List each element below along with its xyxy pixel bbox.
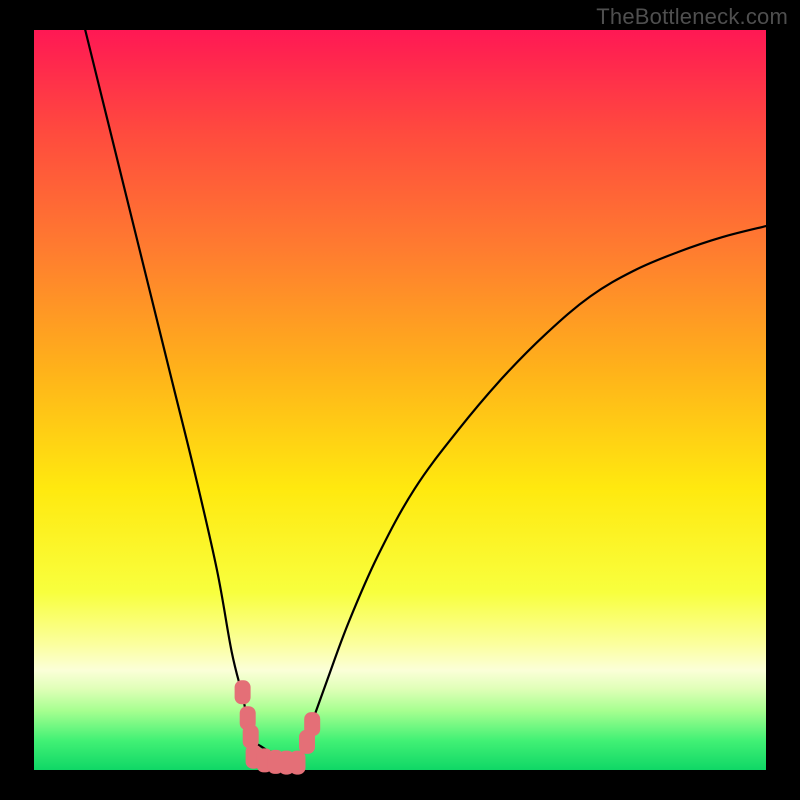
marker-pill (304, 712, 320, 736)
marker-pill (235, 680, 251, 704)
watermark-text: TheBottleneck.com (596, 4, 788, 30)
marker-pill (290, 751, 306, 775)
plot-background (34, 30, 766, 770)
bottleneck-chart (0, 0, 800, 800)
chart-frame: TheBottleneck.com (0, 0, 800, 800)
